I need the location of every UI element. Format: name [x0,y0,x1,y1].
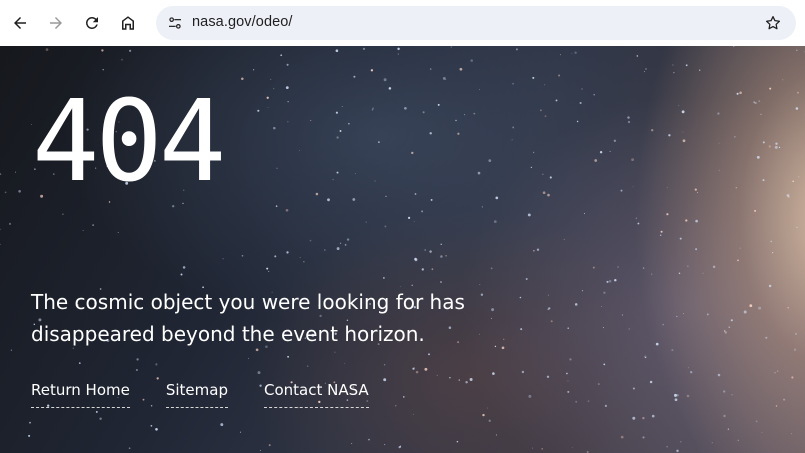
forward-button[interactable] [42,9,70,37]
error-links: Return Home Sitemap Contact NASA [31,381,405,408]
browser-toolbar: nasa.gov/odeo/ [0,0,805,46]
return-home-link[interactable]: Return Home [31,381,130,408]
reload-button[interactable] [78,9,106,37]
tune-icon [169,17,181,29]
sitemap-link[interactable]: Sitemap [165,381,228,408]
error-code: 404 [32,77,226,207]
url-text[interactable]: nasa.gov/odeo/ [192,14,293,30]
address-bar[interactable]: nasa.gov/odeo/ [156,6,796,40]
back-button[interactable] [6,9,34,37]
arrow-right-icon [50,17,62,29]
home-button[interactable] [114,9,142,37]
arrow-left-icon [14,17,26,29]
bookmark-button[interactable] [762,12,784,34]
error-page: 404 The cosmic object you were looking f… [0,46,805,453]
star-icon [765,15,781,30]
home-icon [122,16,134,30]
reload-icon [85,16,98,29]
site-info-button[interactable] [163,11,187,35]
contact-nasa-link[interactable]: Contact NASA [263,381,369,408]
error-message: The cosmic object you were looking for h… [31,290,465,346]
